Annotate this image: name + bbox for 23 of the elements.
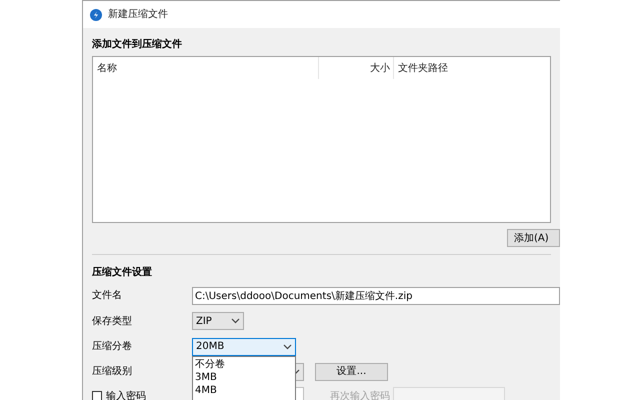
field-label: 再次输入密码 (330, 390, 391, 400)
settings-button[interactable]: 设置... (315, 362, 388, 380)
split-dropdown[interactable]: 20MB (192, 338, 296, 356)
filename-field[interactable]: C:\Users\ddooo\Documents\新建压缩文件.zip (192, 286, 560, 304)
checkbox[interactable] (92, 391, 102, 400)
field-label: 压缩分卷 (92, 340, 133, 354)
checkbox-label: 输入密码 (106, 390, 147, 400)
column-header[interactable]: 大小 (319, 57, 394, 79)
save-type-dropdown[interactable]: ZIP (192, 312, 244, 330)
column-header[interactable]: 文件夹路径 (394, 57, 448, 79)
add-button[interactable]: 添加(A) (507, 229, 560, 247)
field-label: 文件名 (92, 288, 123, 303)
dropdown-option[interactable]: 3MB (193, 371, 295, 384)
column-header[interactable]: 名称 (93, 57, 319, 79)
field-label: 保存类型 (92, 314, 133, 328)
confirm-password-field[interactable] (393, 387, 505, 400)
dropdown-option[interactable]: 不分卷 (193, 358, 295, 371)
section-title: 添加文件到压缩文件 (92, 38, 183, 51)
dropdown-option[interactable]: 4MB (193, 384, 295, 397)
app-logo-icon (90, 8, 102, 20)
field-label: 压缩级别 (92, 364, 133, 379)
section-title: 压缩文件设置 (92, 266, 153, 279)
window-title: 新建压缩文件 (108, 8, 168, 22)
